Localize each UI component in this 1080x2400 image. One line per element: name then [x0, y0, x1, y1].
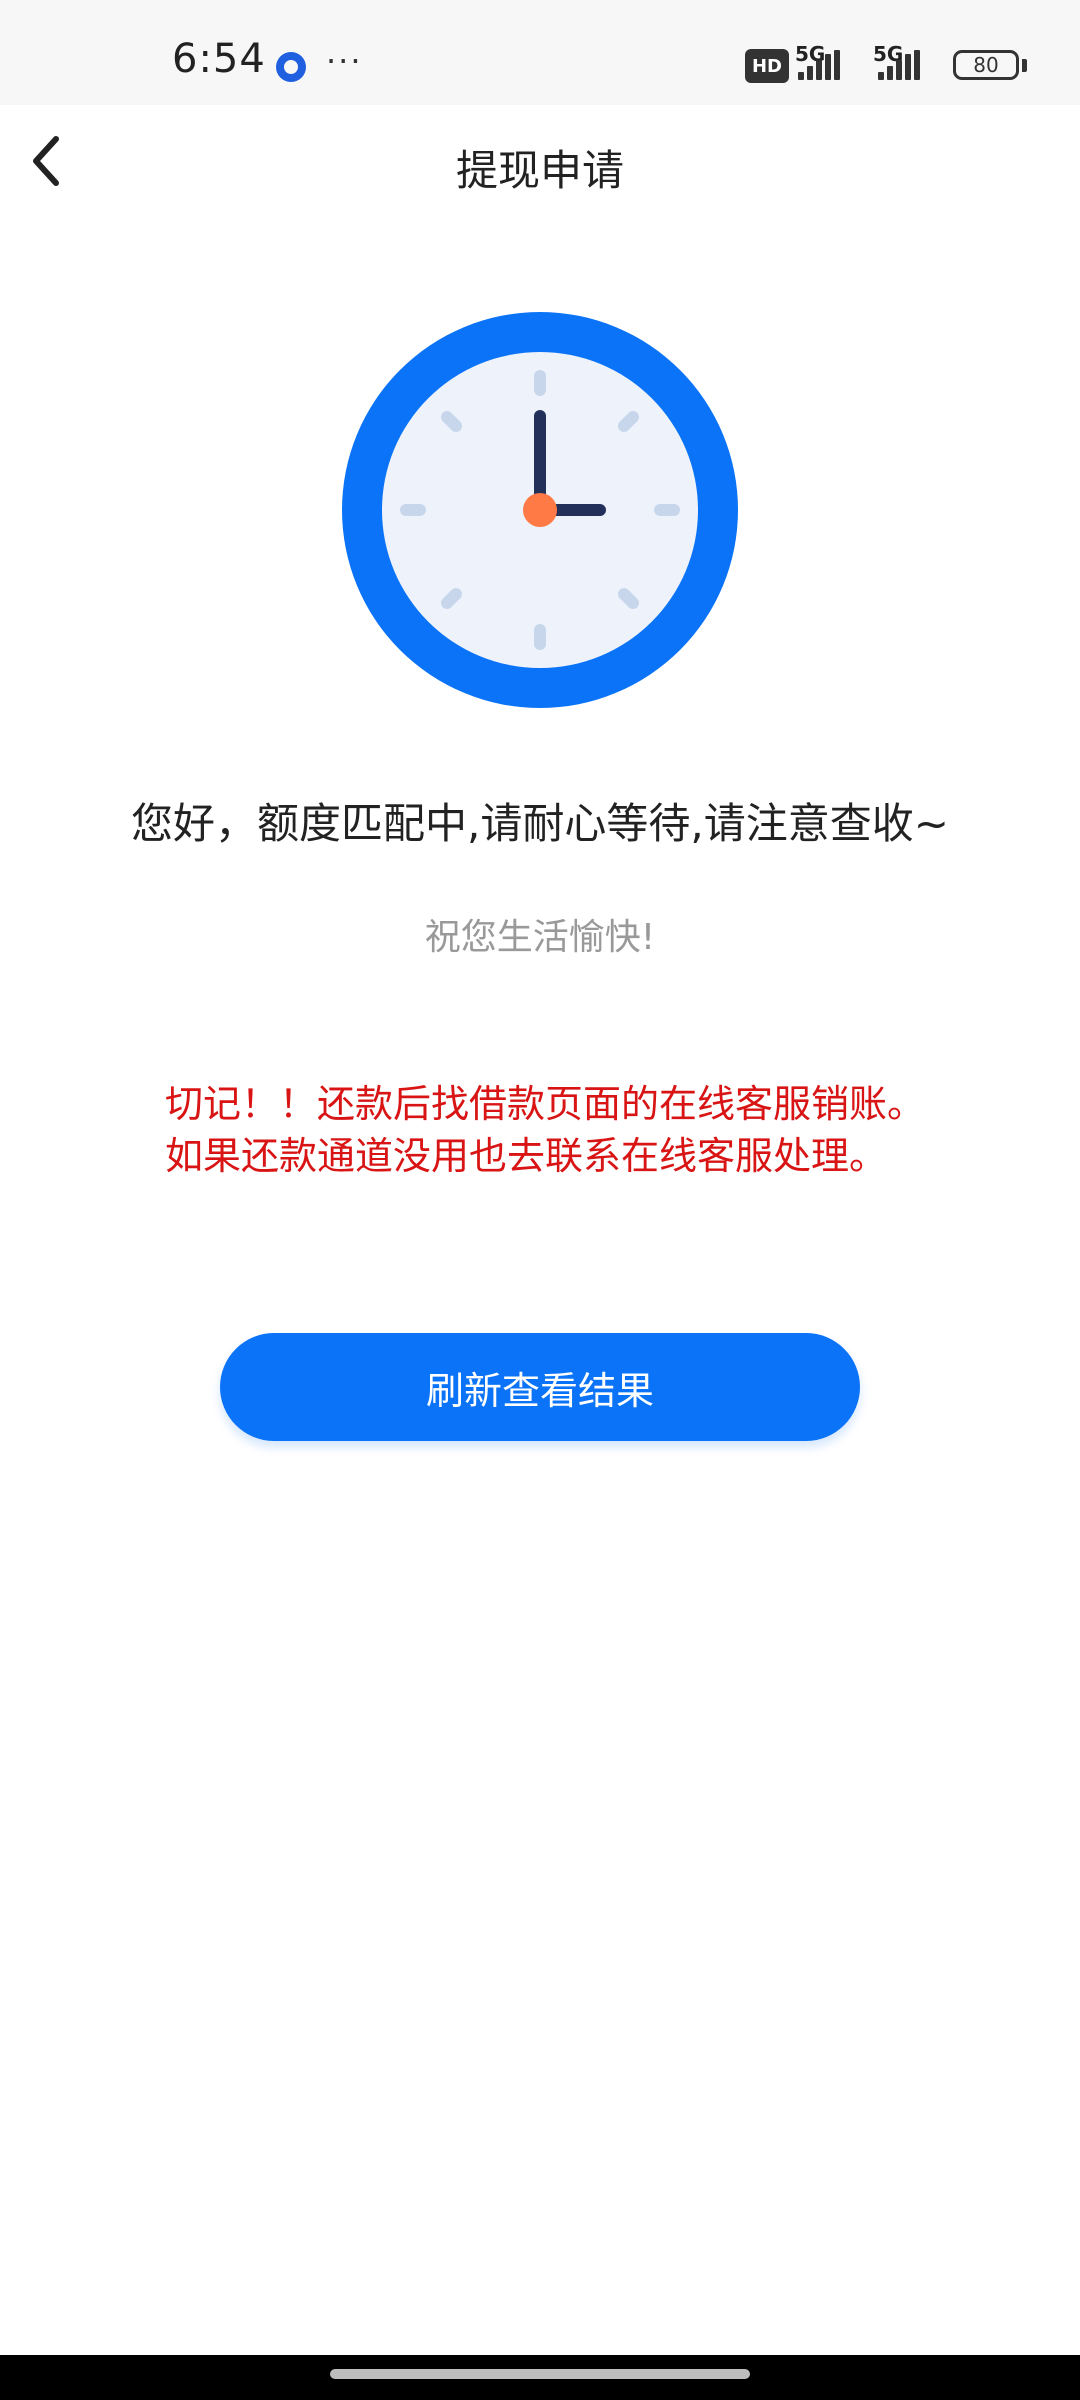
nav-bar: 提现申请 — [0, 105, 1080, 225]
hd-voice-icon: HD — [745, 49, 789, 83]
refresh-result-button[interactable]: 刷新查看结果 — [220, 1333, 860, 1441]
battery-icon: 80 — [953, 50, 1019, 80]
greeting-text: 祝您生活愉快! — [424, 917, 656, 958]
sim1-signal-icon — [798, 50, 842, 80]
status-bar: 6:54 ··· HD 5G 5G 80 — [0, 0, 1080, 105]
sim2-signal-icon — [878, 50, 922, 80]
battery-level: 80 — [973, 53, 999, 77]
status-message: 您好，额度匹配中,请耐心等待,请注意查收~ — [131, 799, 949, 848]
more-notifications-icon: ··· — [326, 42, 363, 80]
screen: 6:54 ··· HD 5G 5G 80 提现申请 您好，额度匹配中,请耐心等待… — [0, 0, 1080, 2400]
battery-tip — [1022, 59, 1027, 72]
home-indicator[interactable] — [330, 2369, 750, 2379]
app-notification-icon — [276, 52, 306, 82]
clock-icon — [342, 312, 738, 708]
gesture-bar — [0, 2355, 1080, 2400]
status-time: 6:54 — [172, 36, 266, 82]
page-title: 提现申请 — [455, 146, 624, 195]
warning-notice: 切记！！还款后找借款页面的在线客服销账。如果还款通道没用也去联系在线客服处理。 — [165, 1082, 926, 1178]
status-indicators: HD 5G 5G 80 — [720, 0, 1080, 105]
